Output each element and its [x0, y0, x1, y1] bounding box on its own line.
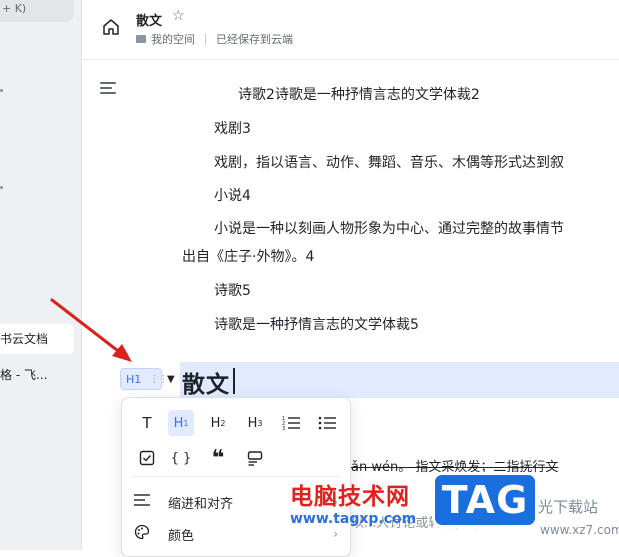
callout-button[interactable] — [242, 445, 268, 471]
svg-text:3: 3 — [282, 426, 285, 431]
tree-bullet — [0, 186, 3, 189]
paragraph: 诗歌是一种抒情言志的文学体裁5 — [214, 317, 419, 333]
chevron-right-icon: › — [333, 527, 338, 541]
callout-icon — [247, 451, 263, 466]
paragraph: 小说4 — [214, 188, 251, 204]
caret-down-icon[interactable]: ▼ — [167, 374, 175, 385]
code-block-button[interactable]: { } — [168, 445, 194, 471]
bullet-list-button[interactable] — [314, 410, 340, 436]
paragraph: 诗歌5 — [214, 283, 251, 299]
text-cursor — [233, 368, 235, 394]
heading3-button[interactable]: H3 — [242, 410, 268, 436]
doc-title[interactable]: 散文 — [136, 10, 162, 29]
quote-button[interactable]: ❝ — [205, 445, 231, 471]
heading2-button[interactable]: H2 — [205, 410, 231, 436]
block-type-handle[interactable]: H1 ⋮⋮ — [120, 368, 168, 390]
heading-text[interactable]: 散文 — [182, 365, 230, 399]
sidebar-item-label: 格 - 飞... — [0, 368, 48, 382]
doc-meta: 我的空间 已经保存到云端 — [136, 31, 293, 47]
home-icon — [103, 19, 119, 35]
sidebar-item-label: 书云文档 — [0, 332, 49, 346]
save-status: 已经保存到云端 — [216, 33, 293, 46]
doc-header: 散文 ☆ 我的空间 已经保存到云端 — [82, 0, 619, 60]
bullet-list-icon — [318, 416, 336, 430]
folder-icon — [136, 35, 146, 43]
heading1-button[interactable]: H1 — [168, 410, 194, 436]
align-icon — [134, 493, 154, 511]
outline-icon[interactable] — [100, 82, 116, 96]
paragraph: 戏剧3 — [214, 121, 251, 137]
ordered-list-icon: 123 — [282, 416, 300, 431]
ordered-list-button[interactable]: 123 — [278, 410, 304, 436]
doc-location[interactable]: 我的空间 — [151, 31, 195, 47]
text-style-button[interactable]: T — [134, 410, 160, 436]
home-button[interactable] — [100, 16, 122, 38]
sidebar-item[interactable]: 格 - 飞... — [0, 366, 80, 383]
menu-item-label: 颜色 — [168, 528, 195, 544]
search-box[interactable]: + K) — [0, 0, 74, 22]
sidebar-item-active[interactable]: 书云文档 — [0, 324, 74, 354]
watermark-url: www.tagxp.com — [290, 511, 417, 527]
paragraph: 诗歌2诗歌是一种抒情言志的文学体裁2 — [238, 87, 480, 103]
tree-bullet — [0, 89, 3, 92]
paragraph: 小说是一种以刻画人物形象为中心、通过完整的故事情节 — [214, 221, 564, 237]
star-icon[interactable]: ☆ — [172, 8, 185, 24]
paragraph: 戏剧，指以语言、动作、舞蹈、音乐、木偶等形式达到叙 — [214, 155, 564, 171]
palette-icon — [134, 524, 154, 544]
checkbox-icon — [139, 450, 155, 466]
checkbox-button[interactable] — [134, 445, 160, 471]
divider — [205, 33, 206, 45]
sidebar: + K) 书云文档 格 - 飞... — [0, 0, 82, 550]
paragraph: 出自《庄子·外物》。4 — [182, 249, 315, 265]
watermark-text: 光下载站 — [538, 498, 599, 516]
menu-item-label: 缩进和对齐 — [168, 496, 234, 512]
search-shortcut-hint: + K) — [2, 2, 27, 15]
watermark-brand: 电脑技术网 — [290, 484, 410, 510]
block-type-label: H1 — [126, 372, 142, 386]
watermark-logo: TAG — [432, 472, 538, 528]
heading-block-highlight — [180, 362, 619, 398]
watermark-site: www.xz7.com — [540, 523, 619, 537]
drag-grip-icon[interactable]: ⋮⋮ — [149, 374, 168, 385]
